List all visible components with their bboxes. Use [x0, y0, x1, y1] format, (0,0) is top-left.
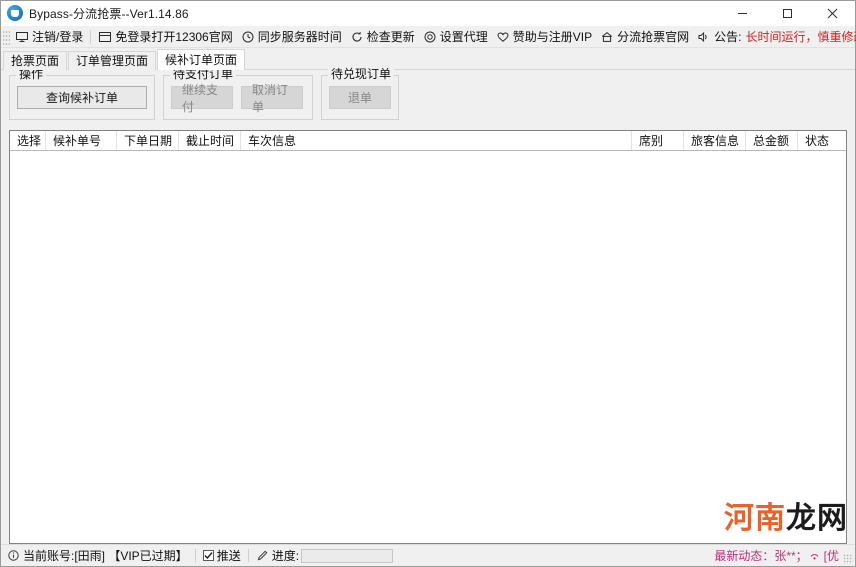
toolbar-item-official-site[interactable]: 分流抢票官网 — [596, 27, 693, 46]
toolbar-separator — [90, 29, 92, 44]
grid-col-train-info[interactable]: 车次信息 — [241, 131, 632, 150]
refund-order-button[interactable]: 退单 — [329, 86, 391, 109]
monitor-icon — [15, 30, 29, 44]
toolbar-item-open-12306[interactable]: 免登录打开12306官网 — [94, 27, 236, 46]
toolbar-grip[interactable] — [3, 28, 10, 45]
status-separator — [247, 549, 249, 562]
toolbar-label: 赞助与注册VIP — [512, 29, 593, 44]
resize-grip[interactable] — [843, 554, 853, 564]
info-icon — [7, 549, 20, 562]
toolbar-label: 免登录打开12306官网 — [115, 29, 233, 44]
refresh-icon — [350, 30, 364, 44]
toolbar-label: 同步服务器时间 — [257, 29, 342, 44]
grid-col-seat-class[interactable]: 席别 — [632, 131, 684, 150]
continue-payment-button[interactable]: 继续支付 — [171, 83, 233, 114]
toolbar-label: 分流抢票官网 — [617, 29, 690, 44]
clock-icon — [241, 30, 255, 44]
status-bar: 当前账号:[田雨] 【VIP已过期】 推送 进度: 最新动态：张**； [优 — [1, 544, 855, 566]
toolbar-label: 设置代理 — [439, 29, 488, 44]
toolbar-item-sync-time[interactable]: 同步服务器时间 — [237, 27, 346, 46]
grid-col-passenger-info[interactable]: 旅客信息 — [684, 131, 746, 150]
announcement-text: 长时间运行，慎重修改间隔，建议默认！ — [745, 30, 856, 44]
tab-grab-ticket[interactable]: 抢票页面 — [3, 51, 68, 70]
progress-input[interactable] — [301, 548, 394, 563]
news-icon — [808, 549, 821, 562]
grid-col-total-amount[interactable]: 总金额 — [746, 131, 798, 150]
status-account-text: 当前账号:[田雨] 【VIP已过期】 — [23, 549, 188, 563]
toolbar-label: 注销/登录 — [32, 29, 84, 44]
group-title: 待兑现订单 — [328, 68, 395, 80]
home-icon — [600, 30, 614, 44]
latest-news-text: 最新动态：张**； — [714, 549, 808, 563]
window-title: Bypass-分流抢票--Ver1.14.86 — [29, 6, 189, 21]
status-separator — [194, 549, 196, 562]
main-toolbar: 注销/登录 免登录打开12306官网 同步服务器时间 检查更新 设置代理 赞助与… — [1, 26, 856, 48]
tab-strip: 抢票页面 订单管理页面 候补订单页面 — [1, 48, 855, 70]
toolbar-label: 公告: — [714, 29, 742, 44]
latest-news-tail: [优 — [823, 549, 839, 563]
main-window: Bypass-分流抢票--Ver1.14.86 注销/登录 免登录打开12306… — [0, 0, 856, 567]
speaker-icon — [697, 30, 711, 44]
heart-icon — [496, 30, 510, 44]
target-icon — [423, 30, 437, 44]
group-operations: 操作 查询候补订单 — [9, 68, 155, 120]
tab-order-management[interactable]: 订单管理页面 — [68, 51, 157, 70]
window-controls — [720, 1, 855, 25]
client-area: 操作 查询候补订单 待支付订单 继续支付 取消订单 待兑现订单 退单 选择 候补… — [1, 68, 855, 566]
group-pending-redeem: 待兑现订单 退单 — [321, 68, 399, 120]
grid-col-waitlist-no[interactable]: 候补单号 — [46, 131, 117, 150]
tab-waitlist-order[interactable]: 候补订单页面 — [157, 49, 246, 70]
push-label: 推送 — [216, 549, 241, 563]
close-button[interactable] — [810, 1, 855, 25]
action-groups: 操作 查询候补订单 待支付订单 继续支付 取消订单 待兑现订单 退单 — [9, 68, 847, 125]
progress-label: 进度: — [271, 549, 300, 563]
toolbar-item-proxy-settings[interactable]: 设置代理 — [419, 27, 492, 46]
title-bar: Bypass-分流抢票--Ver1.14.86 — [1, 1, 855, 26]
push-toggle[interactable]: 推送 — [200, 547, 244, 564]
grid-col-status[interactable]: 状态 — [798, 131, 846, 150]
toolbar-item-check-update[interactable]: 检查更新 — [346, 27, 419, 46]
grid-body[interactable] — [10, 151, 846, 543]
latest-news-area: 最新动态：张**； [优 — [714, 545, 839, 566]
toolbar-item-sponsor-vip[interactable]: 赞助与注册VIP — [492, 27, 596, 46]
app-root: Bypass-分流抢票--Ver1.14.86 注销/登录 免登录打开12306… — [0, 0, 856, 567]
grid-col-order-date[interactable]: 下单日期 — [117, 131, 179, 150]
query-waitlist-order-button[interactable]: 查询候补订单 — [17, 86, 147, 109]
grid-col-deadline[interactable]: 截止时间 — [179, 131, 241, 150]
waitlist-order-grid: 选择 候补单号 下单日期 截止时间 车次信息 席别 旅客信息 总金额 状态 — [9, 130, 847, 544]
status-account: 当前账号:[田雨] 【VIP已过期】 — [4, 547, 191, 564]
group-pending-payment: 待支付订单 继续支付 取消订单 — [163, 68, 313, 120]
pencil-icon — [256, 549, 269, 562]
app-logo-icon — [7, 5, 23, 21]
grid-header-row: 选择 候补单号 下单日期 截止时间 车次信息 席别 旅客信息 总金额 状态 — [10, 131, 846, 151]
grid-col-select[interactable]: 选择 — [10, 131, 46, 150]
toolbar-item-logout-login[interactable]: 注销/登录 — [11, 27, 87, 46]
window-icon — [98, 30, 112, 44]
maximize-button[interactable] — [765, 1, 810, 25]
minimize-button[interactable] — [720, 1, 765, 25]
toolbar-label: 检查更新 — [366, 29, 415, 44]
progress-area: 进度: — [253, 547, 396, 564]
checkbox-icon[interactable] — [202, 550, 214, 561]
toolbar-item-announcement[interactable]: 公告: — [693, 27, 745, 46]
cancel-order-button[interactable]: 取消订单 — [241, 83, 303, 114]
